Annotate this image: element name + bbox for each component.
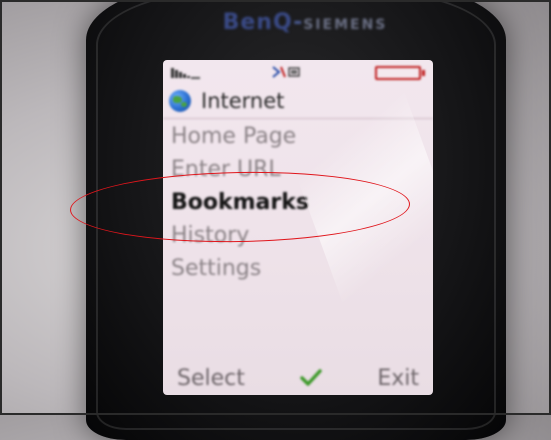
- signal-icon: [171, 68, 200, 79]
- brand-name-siemens: SIEMENS: [303, 17, 388, 33]
- brand-name-benq: BenQ: [222, 10, 294, 35]
- status-bar: [163, 60, 433, 84]
- menu-item-home-page[interactable]: Home Page: [171, 120, 421, 153]
- exit-softkey[interactable]: Exit: [377, 366, 419, 391]
- brand-logo: BenQ-SIEMENS: [195, 10, 415, 35]
- menu-item-settings[interactable]: Settings: [171, 252, 421, 285]
- screen-header: Internet: [169, 86, 419, 116]
- screen-title: Internet: [201, 89, 285, 113]
- battery-icon: [375, 66, 425, 80]
- network-icon: [272, 66, 300, 78]
- brand-separator: -: [293, 10, 304, 35]
- select-softkey[interactable]: Select: [177, 366, 245, 391]
- header-divider: [163, 118, 433, 119]
- globe-icon: [169, 90, 191, 112]
- check-icon[interactable]: [300, 369, 322, 387]
- softkey-bar: Select Exit: [163, 361, 433, 395]
